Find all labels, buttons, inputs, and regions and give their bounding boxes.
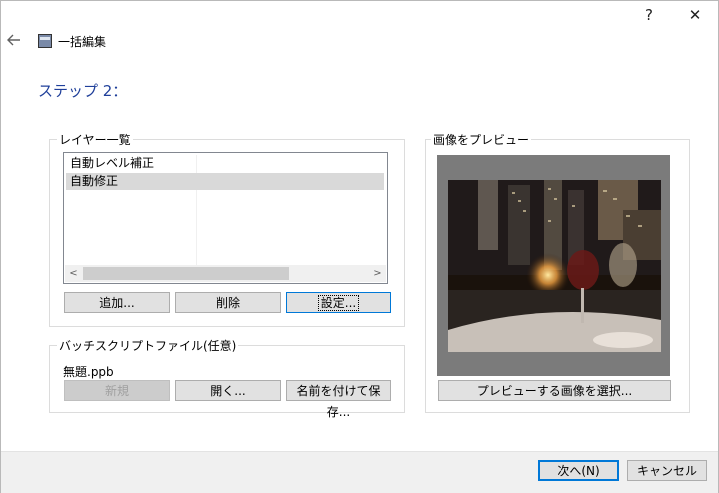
step-heading: ステップ 2： bbox=[38, 82, 128, 100]
scroll-left-icon[interactable]: < bbox=[65, 265, 82, 282]
settings-button-label: 設定... bbox=[317, 295, 360, 311]
layers-group-label: レイヤー一覧 bbox=[57, 131, 133, 148]
cancel-button[interactable]: キャンセル bbox=[627, 460, 707, 481]
delete-layer-button[interactable]: 削除 bbox=[175, 292, 281, 313]
horizontal-scrollbar[interactable]: < > bbox=[65, 265, 386, 282]
batch-edit-app-icon bbox=[38, 34, 52, 48]
preview-image bbox=[448, 180, 661, 352]
next-button[interactable]: 次へ(N) bbox=[538, 460, 619, 481]
back-arrow-icon[interactable] bbox=[6, 32, 24, 50]
new-script-button[interactable]: 新規 bbox=[64, 380, 170, 401]
help-button[interactable]: ? bbox=[626, 0, 672, 29]
window-title: 一括編集 bbox=[58, 35, 107, 49]
scrollbar-thumb[interactable] bbox=[83, 267, 289, 280]
batch-script-group-label: バッチスクリプトファイル(任意) bbox=[57, 337, 239, 354]
list-item-selected[interactable]: 自動修正 bbox=[66, 173, 384, 190]
list-item[interactable]: 自動レベル補正 bbox=[66, 155, 384, 172]
save-as-script-button[interactable]: 名前を付けて保存... bbox=[286, 380, 391, 419]
scroll-right-icon[interactable]: > bbox=[369, 265, 386, 282]
open-script-button[interactable]: 開く... bbox=[175, 380, 281, 401]
add-layer-button[interactable]: 追加... bbox=[64, 292, 170, 313]
select-preview-image-button[interactable]: プレビューする画像を選択... bbox=[438, 380, 671, 401]
script-filename: 無題.ppb bbox=[63, 365, 114, 379]
close-button[interactable]: ✕ bbox=[672, 0, 718, 29]
preview-group-label: 画像をプレビュー bbox=[431, 131, 532, 148]
settings-button[interactable]: 設定... bbox=[286, 292, 391, 313]
layer-list[interactable]: 自動レベル補正 自動修正 < > bbox=[63, 152, 388, 284]
